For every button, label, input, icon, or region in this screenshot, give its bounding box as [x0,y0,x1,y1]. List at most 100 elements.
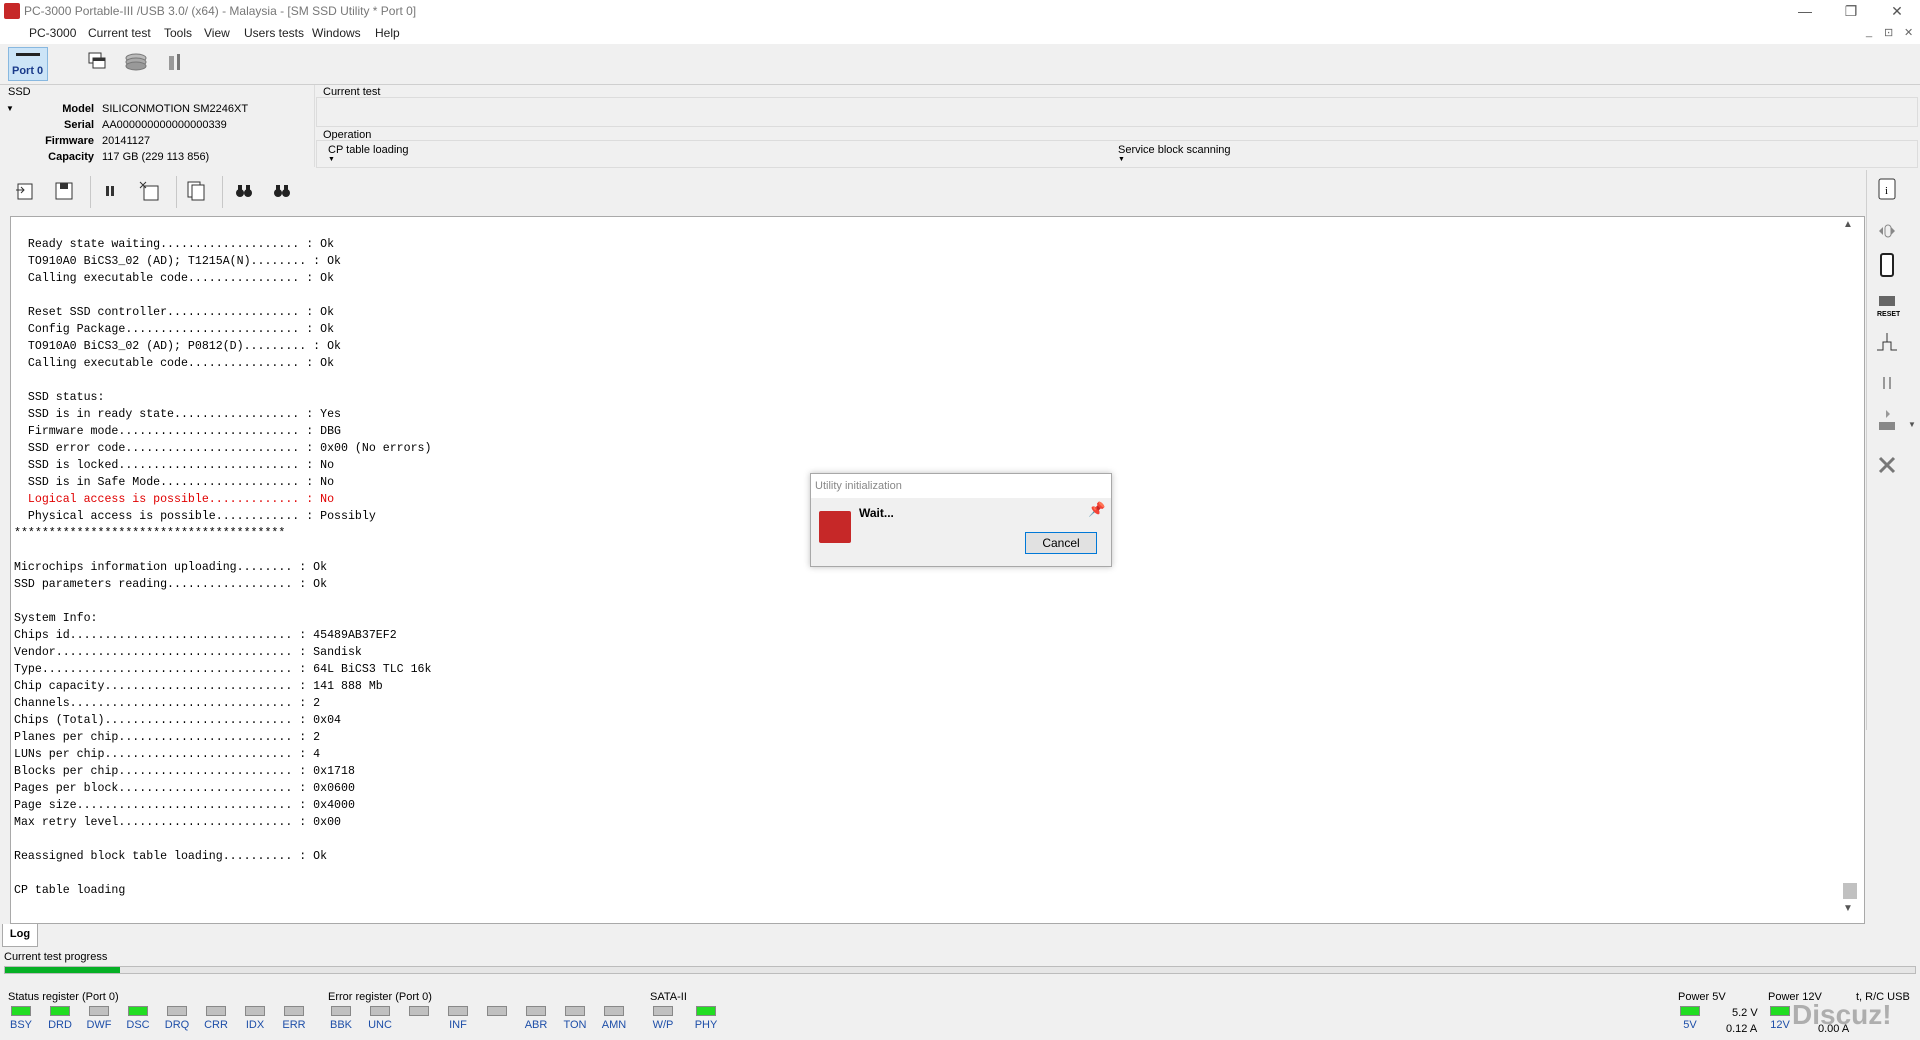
log-line: Chip capacity...........................… [14,680,383,693]
status-led-label: ERR [282,1019,306,1031]
status-led [487,1006,507,1016]
status-led [696,1006,716,1016]
device-icon[interactable] [1874,252,1900,278]
sata-title: SATA-II [650,991,687,1003]
status-led-label: DSC [126,1019,150,1031]
menu-pc3000[interactable]: PC-3000 [29,26,76,40]
reset-icon[interactable]: RESET [1874,292,1900,318]
open-log-icon[interactable] [14,180,38,202]
current-test-box [316,97,1918,127]
minimize-button[interactable]: — [1782,0,1828,22]
menu-users-tests[interactable]: Users tests [244,26,304,40]
power5-voltage: 5.2 V [1732,1007,1758,1019]
mdi-close-button[interactable]: ✕ [1904,26,1913,39]
status-led [331,1006,351,1016]
status-led [284,1006,304,1016]
drive-info-icon[interactable]: i [1874,176,1900,202]
capacity-label: Capacity [48,151,94,163]
dialog-title: Utility initialization [815,480,902,492]
menu-current-test[interactable]: Current test [88,26,151,40]
status-led-label: W/P [652,1019,674,1031]
pause-icon[interactable] [98,180,122,202]
scroll-up-icon[interactable]: ▲ [1843,219,1853,230]
power-signal-icon[interactable] [1874,218,1900,244]
window-title: PC-3000 Portable-III /USB 3.0/ (x64) - M… [24,4,417,18]
serial-value: AA000000000000000339 [102,119,227,131]
capacity-value: 117 GB (229 113 856) [102,151,210,163]
operation-left-arrow-icon: ▼ [328,156,335,163]
status-led [206,1006,226,1016]
power12-led [1770,1006,1790,1016]
status-led [167,1006,187,1016]
tab-log[interactable]: Log [2,924,38,947]
main-toolbar [0,44,1920,85]
close-button[interactable]: ✕ [1874,0,1920,22]
log-line: Page size...............................… [14,799,355,812]
utility-init-dialog: Utility initialization Wait... 📌 Cancel [810,473,1112,567]
chip-icon[interactable] [1874,408,1900,434]
mdi-restore-button[interactable]: ⊡ [1884,26,1893,39]
ssd-group-title: SSD [8,86,31,98]
status-led [50,1006,70,1016]
log-line: Blocks per chip.........................… [14,765,355,778]
disk-stack-icon[interactable] [124,50,148,74]
power-switch-icon[interactable] [1874,330,1900,356]
log-line: SSD parameters reading..................… [14,578,328,591]
menu-help[interactable]: Help [375,26,400,40]
status-led-label: BBK [329,1019,352,1031]
log-line: *************************************** [14,527,286,540]
toolbar-separator [90,176,91,208]
power5-led-label: 5V [1683,1019,1697,1031]
find-next-icon[interactable] [270,180,294,202]
firmware-label: Firmware [45,135,94,147]
firmware-value: 20141127 [102,135,151,147]
log-scrollbar[interactable]: ▲ ▼ [1838,217,1862,921]
scroll-down-icon[interactable]: ▼ [1843,903,1853,914]
port-label: Port 0 [12,65,44,77]
status-led [89,1006,109,1016]
log-line: SSD error code......................... … [14,442,432,455]
pause-side-icon[interactable] [1874,370,1900,396]
menu-tools[interactable]: Tools [164,26,192,40]
menu-view[interactable]: View [204,26,230,40]
find-icon[interactable] [232,180,256,202]
save-log-icon[interactable] [52,180,76,202]
clear-log-icon[interactable] [138,180,162,202]
status-register-title: Status register (Port 0) [8,991,119,1003]
title-bar: PC-3000 Portable-III /USB 3.0/ (x64) - M… [0,0,1920,22]
restore-button[interactable]: ❐ [1828,0,1874,22]
copy-icon[interactable] [184,180,208,202]
status-led-label: IDX [245,1019,265,1031]
svg-text:i: i [1885,185,1888,197]
settings-tools-icon[interactable] [1874,452,1900,478]
status-led-label: DRD [48,1019,72,1031]
windows-cascade-icon[interactable] [86,50,110,74]
log-line: Type....................................… [14,663,432,676]
power5-title: Power 5V [1678,991,1726,1003]
menu-windows[interactable]: Windows [312,26,361,40]
scroll-thumb[interactable] [1843,883,1857,899]
port-0-button[interactable]: Port 0 [8,47,48,81]
app-logo-icon [4,3,20,19]
operation-left: CP table loading [328,144,409,156]
tools-icon[interactable] [164,50,188,74]
log-line: Microchips information uploading........… [14,561,328,574]
progress-fill [5,967,120,973]
forum-watermark: Discuz! [1792,999,1892,1030]
pin-icon[interactable]: 📌 [1088,501,1105,518]
status-led [370,1006,390,1016]
status-led-label: ABR [524,1019,548,1031]
log-line: SSD is in ready state.................. … [14,408,341,421]
mdi-minimize-button[interactable]: _ [1866,26,1872,38]
status-led [409,1006,429,1016]
chip-dropdown-icon[interactable]: ▼ [1908,420,1916,429]
status-led-label: TON [563,1019,587,1031]
log-line: Config Package......................... … [14,323,335,336]
app-logo-icon [819,511,851,543]
operation-right-arrow-icon: ▼ [1118,156,1125,163]
cancel-button[interactable]: Cancel [1025,532,1097,554]
